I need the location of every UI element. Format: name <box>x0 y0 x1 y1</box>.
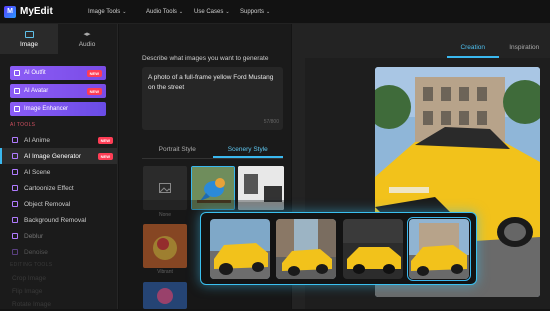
deblur-icon <box>12 233 18 239</box>
image-generator-icon <box>12 153 18 159</box>
nav-image-tools[interactable]: Image Tools⌄ <box>88 9 146 15</box>
tab-image[interactable]: Image <box>0 24 58 54</box>
result-thumb-2[interactable] <box>276 219 336 279</box>
promo-ai-outfit[interactable]: AI Outfit NEW <box>10 66 106 80</box>
cartoonize-icon <box>12 185 18 191</box>
avatar-icon <box>14 88 20 94</box>
mode-tabs: Image ◂▸ Audio <box>0 24 117 54</box>
new-badge: NEW <box>98 153 113 160</box>
main-nav: Image Tools⌄ Audio Tools⌄ Use Cases⌄ Sup… <box>88 9 290 15</box>
new-badge: NEW <box>98 137 113 144</box>
result-thumb-1[interactable] <box>210 219 270 279</box>
style-tabs: Portrait Style Scenery Style <box>142 143 283 159</box>
none-style-icon <box>159 183 171 193</box>
prompt-label: Describe what images you want to generat… <box>142 55 268 62</box>
tab-inspiration[interactable]: Inspiration <box>499 40 550 58</box>
sidebar-item-background-removal[interactable]: Background Removal <box>0 212 117 228</box>
scene-icon <box>12 169 18 175</box>
sidebar-item-label: AI Scene <box>24 169 50 176</box>
sidebar-item-label: Rotate Image <box>12 301 51 308</box>
prompt-text: A photo of a full-frame yellow Ford Must… <box>148 74 273 91</box>
new-badge: NEW <box>87 88 102 95</box>
image-mode-icon <box>25 31 34 38</box>
sidebar-item-flip[interactable]: Flip Image <box>0 285 117 298</box>
chevron-down-icon: ⌄ <box>225 9 229 15</box>
tab-portrait-style[interactable]: Portrait Style <box>142 143 213 158</box>
background-removal-icon <box>12 217 18 223</box>
anime-icon <box>12 137 18 143</box>
sidebar-item-label: Object Removal <box>24 201 70 208</box>
char-counter: 57/800 <box>264 117 279 127</box>
nav-label: Supports <box>240 9 264 15</box>
promo-label: AI Outfit <box>24 70 46 76</box>
tab-label: Image <box>20 41 38 48</box>
new-badge: NEW <box>87 70 102 77</box>
sidebar-item-label: Flip Image <box>12 288 42 295</box>
result-image-2 <box>276 219 336 279</box>
outfit-icon <box>14 70 20 76</box>
sidebar-item-ai-anime[interactable]: AI Anime NEW <box>0 132 117 148</box>
sidebar-item-label: Denoise <box>24 249 48 256</box>
denoise-icon <box>12 249 18 255</box>
sidebar-item-denoise[interactable]: Denoise <box>0 244 117 260</box>
chevron-down-icon: ⌄ <box>122 9 126 15</box>
result-image-1 <box>210 219 270 279</box>
result-image-4 <box>409 219 469 279</box>
nav-audio-tools[interactable]: Audio Tools⌄ <box>146 9 194 15</box>
sidebar-item-rotate[interactable]: Rotate Image <box>0 298 117 311</box>
tab-audio[interactable]: ◂▸ Audio <box>58 24 116 54</box>
promo-image-enhancer[interactable]: Image Enhancer <box>10 102 106 116</box>
result-thumb-3[interactable] <box>343 219 403 279</box>
object-removal-icon <box>12 201 18 207</box>
chevron-down-icon: ⌄ <box>179 9 183 15</box>
generated-results-strip <box>200 212 477 285</box>
audio-mode-icon: ◂▸ <box>83 31 92 38</box>
tab-scenery-style[interactable]: Scenery Style <box>213 143 284 158</box>
sidebar-item-label: Cartoonize Effect <box>24 185 74 192</box>
enhancer-icon <box>14 106 20 112</box>
sidebar-item-label: AI Anime <box>24 137 50 144</box>
promo-label: Image Enhancer <box>24 106 68 112</box>
sidebar-item-label: Deblur <box>24 233 43 240</box>
result-image-3 <box>343 219 403 279</box>
sidebar-item-label: Crop Image <box>12 275 46 282</box>
sidebar-item-ai-image-generator[interactable]: AI Image Generator NEW <box>0 148 117 164</box>
prompt-textarea[interactable]: A photo of a full-frame yellow Ford Must… <box>142 67 283 130</box>
section-label-ai-tools: AI TOOLS <box>10 122 117 128</box>
nav-label: Image Tools <box>88 9 120 15</box>
nav-label: Use Cases <box>194 9 223 15</box>
sidebar-item-deblur[interactable]: Deblur <box>0 228 117 244</box>
chevron-down-icon: ⌄ <box>266 9 270 15</box>
sidebar-item-label: Background Removal <box>24 217 86 224</box>
tab-creation[interactable]: Creation <box>447 40 499 58</box>
tab-label: Audio <box>79 41 96 48</box>
app-name: MyEdit <box>20 6 53 17</box>
sidebar-item-ai-scene[interactable]: AI Scene <box>0 164 117 180</box>
promo-ai-avatar[interactable]: AI Avatar NEW <box>10 84 106 98</box>
myedit-logo[interactable]: M MyEdit <box>4 6 84 18</box>
sidebar-item-cartoonize[interactable]: Cartoonize Effect <box>0 180 117 196</box>
nav-label: Audio Tools <box>146 9 177 15</box>
nav-use-cases[interactable]: Use Cases⌄ <box>194 9 240 15</box>
result-thumb-4[interactable] <box>409 219 469 279</box>
myedit-logo-icon: M <box>4 6 16 18</box>
section-label-editing-tools: EDITING TOOLS <box>10 262 117 268</box>
nav-supports[interactable]: Supports⌄ <box>240 9 290 15</box>
top-navigation-bar: M MyEdit Image Tools⌄ Audio Tools⌄ Use C… <box>0 0 550 24</box>
sidebar-item-crop[interactable]: Crop Image <box>0 272 117 285</box>
sidebar-item-label: AI Image Generator <box>24 153 81 160</box>
sidebar-item-object-removal[interactable]: Object Removal <box>0 196 117 212</box>
promo-label: AI Avatar <box>24 88 48 94</box>
result-tabs: Creation Inspiration <box>447 40 550 58</box>
tools-sidebar: Image ◂▸ Audio AI Outfit NEW AI Avatar N… <box>0 24 118 309</box>
